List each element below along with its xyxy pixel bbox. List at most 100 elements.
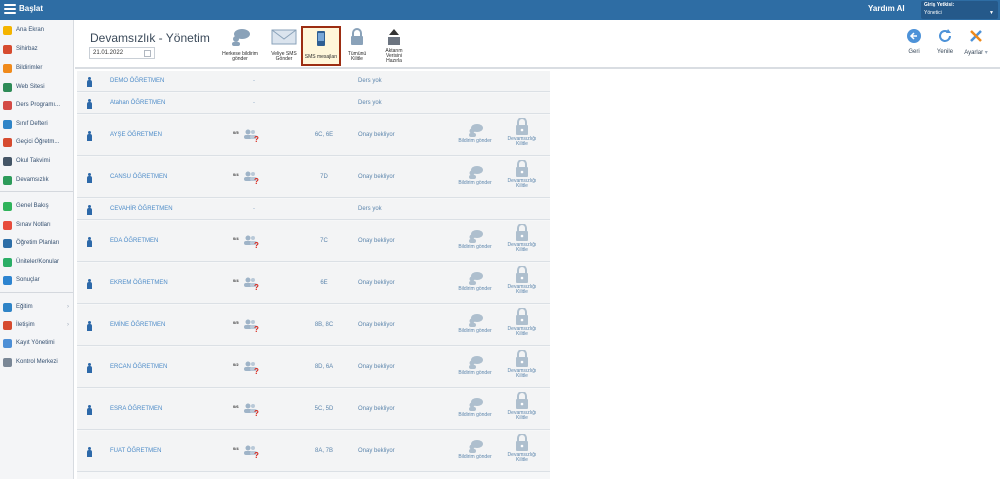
sidebar-item-9[interactable]: Devamsızlık <box>0 172 73 190</box>
sidebar-item-14[interactable]: Sonuçlar <box>0 272 73 290</box>
class-list: 6C, 6E <box>314 132 334 138</box>
send-notification-label: Bildirim gönder <box>458 412 492 418</box>
lock-attendance-button[interactable]: Devamsızlığı Kilitle <box>502 392 542 421</box>
settings-caret-icon: ▾ <box>984 50 988 56</box>
sidebar-item-17[interactable]: Kayıt Yönetimi <box>0 335 73 353</box>
export-icon <box>388 29 400 45</box>
arrow-left-icon <box>907 29 921 43</box>
teacher-row[interactable]: ESRA ÖĞRETMEN 0/6? 5C, 5D Onay bekliyor Bild… <box>77 389 550 430</box>
teacher-name[interactable]: DEMO ÖĞRETMEN <box>110 78 164 84</box>
send-notification-button[interactable]: Bildirim gönder <box>455 229 495 250</box>
lock-icon <box>516 350 528 367</box>
back-button[interactable]: Geri <box>899 28 929 55</box>
hamburger-menu-icon[interactable] <box>4 4 16 16</box>
send-sms-parent-button[interactable]: Veliye SMS Gönder <box>265 26 303 66</box>
sidebar-item-label: Sihirbaz <box>16 46 38 52</box>
lock-attendance-button[interactable]: Devamsızlığı Kilitle <box>502 160 542 189</box>
sidebar-item-label: Sınav Notları <box>16 222 51 228</box>
sidebar-item-1[interactable]: Ana Ekran <box>0 22 73 40</box>
sms-messages-label: SMS mesajları <box>304 54 338 60</box>
lock-attendance-button[interactable]: Devamsızlığı Kilitle <box>502 350 542 379</box>
teacher-name[interactable]: EMİNE ÖĞRETMEN <box>110 322 165 328</box>
sidebar-item-18[interactable]: Kontrol Merkezi <box>0 354 73 372</box>
teacher-row[interactable]: DEMO ÖĞRETMEN - Ders yok <box>77 71 550 92</box>
sidebar-item-6[interactable]: Sınıf Defteri <box>0 116 73 134</box>
teacher-name[interactable]: EDA ÖĞRETMEN <box>110 238 158 244</box>
lock-attendance-button[interactable]: Devamsızlığı Kilitle <box>502 308 542 337</box>
teacher-name[interactable]: AYŞE ÖĞRETMEN <box>110 132 162 138</box>
calendar-icon[interactable] <box>144 50 151 57</box>
prepare-transfer-button[interactable]: Aktarım Verisini Hazırla <box>379 26 409 66</box>
lock-attendance-label: Devamsızlığı Kilitle <box>507 242 537 253</box>
help-ai-button[interactable]: Yardım AI <box>868 4 905 13</box>
send-notification-button[interactable]: Bildirim gönder <box>455 165 495 186</box>
sidebar-item-4[interactable]: Web Sitesi <box>0 79 73 97</box>
lock-all-button[interactable]: Tümünü Kilitle <box>342 26 372 66</box>
role-selector[interactable]: Giriş Yetkisi: Yönetici ▼ <box>921 1 998 19</box>
teacher-row[interactable]: CANSU ÖĞRETMEN 0/4? 7D Onay bekliyor Bildiri… <box>77 157 550 198</box>
teacher-row[interactable]: Atahan ÖĞRETMEN - Ders yok <box>77 93 550 114</box>
refresh-button[interactable]: Yenile <box>930 28 960 55</box>
sidebar-item-8[interactable]: Okul Takvimi <box>0 153 73 171</box>
lock-attendance-button[interactable]: Devamsızlığı Kilitle <box>502 224 542 253</box>
book-icon <box>3 120 12 129</box>
question-mark-icon: ? <box>254 241 259 250</box>
chat-icon <box>232 29 250 46</box>
sidebar-item-2[interactable]: Sihirbaz <box>0 41 73 59</box>
teacher-name[interactable]: CANSU ÖĞRETMEN <box>110 174 167 180</box>
question-mark-icon: ? <box>254 367 259 376</box>
send-notification-button[interactable]: Bildirim gönder <box>455 313 495 334</box>
settings-button[interactable]: Ayarlar ▾ <box>961 28 991 56</box>
refresh-label: Yenile <box>936 49 954 55</box>
status-text: Ders yok <box>358 100 382 106</box>
send-notification-button[interactable]: Bildirim gönder <box>455 271 495 292</box>
sidebar-item-5[interactable]: Ders Programı... <box>0 97 73 115</box>
class-list: 5C, 5D <box>314 406 334 412</box>
send-notification-label: Bildirim gönder <box>458 370 492 376</box>
lock-icon <box>516 308 528 325</box>
sidebar-item-label: Ders Programı... <box>16 102 61 108</box>
teacher-row[interactable]: EKREM ÖĞRETMEN 0/4? 6E Onay bekliyor Bildiri… <box>77 263 550 304</box>
sidebar-item-15[interactable]: Eğitim › <box>0 299 73 317</box>
teacher-name[interactable]: Atahan ÖĞRETMEN <box>110 100 165 106</box>
teacher-name[interactable]: EKREM ÖĞRETMEN <box>110 280 168 286</box>
teacher-row[interactable]: EDA ÖĞRETMEN 0/4? 7C Onay bekliyor Bildirim … <box>77 221 550 262</box>
sidebar-item-13[interactable]: Üniteler/Konular <box>0 254 73 272</box>
teacher-name[interactable]: CEVAHİR ÖĞRETMEN <box>110 206 173 212</box>
sidebar-item-11[interactable]: Sınav Notları <box>0 217 73 235</box>
teacher-name[interactable]: ERCAN ÖĞRETMEN <box>110 364 167 370</box>
teacher-row[interactable]: CEVAHİR ÖĞRETMEN - Ders yok <box>77 199 550 220</box>
sidebar-item-3[interactable]: Bildirimler <box>0 60 73 78</box>
send-notification-button[interactable]: Bildirim gönder <box>455 439 495 460</box>
lock-icon <box>516 392 528 409</box>
lock-attendance-button[interactable]: Devamsızlığı Kilitle <box>502 434 542 463</box>
teacher-row[interactable]: FUAT ÖĞRETMEN 0/4? 8A, 7B Onay bekliyor Bild… <box>77 431 550 472</box>
settings-label: Ayarlar ▾ <box>961 49 991 56</box>
start-button[interactable]: Başlat <box>19 4 43 13</box>
teacher-name[interactable]: ESRA ÖĞRETMEN <box>110 406 162 412</box>
sms-messages-button[interactable]: SMS mesajları <box>301 26 341 66</box>
lock-attendance-button[interactable]: Devamsızlığı Kilitle <box>502 266 542 295</box>
sidebar-item-7[interactable]: Geçici Öğretm... <box>0 134 73 152</box>
teacher-row[interactable]: EMİNE ÖĞRETMEN 0/5? 8B, 8C Onay bekliyor Bil… <box>77 305 550 346</box>
star-icon <box>3 26 12 35</box>
date-picker[interactable]: 21.01.2022 <box>89 47 155 59</box>
settings-text: Ayarlar <box>964 50 984 56</box>
sidebar-item-16[interactable]: İletişim › <box>0 317 73 335</box>
sidebar-item-12[interactable]: Öğretim Planları <box>0 235 73 253</box>
lock-attendance-button[interactable]: Devamsızlığı Kilitle <box>502 118 542 147</box>
teacher-name[interactable]: FUAT ÖĞRETMEN <box>110 448 161 454</box>
class-list: 8A, 7B <box>314 448 333 454</box>
send-notification-button[interactable]: Bildirim gönder <box>455 355 495 376</box>
notify-all-button[interactable]: Herkese bildirim gönder <box>215 26 265 66</box>
user-circle-icon <box>3 138 12 147</box>
person-icon <box>87 205 92 215</box>
lock-attendance-label: Devamsızlığı Kilitle <box>507 410 537 421</box>
send-notification-button[interactable]: Bildirim gönder <box>455 123 495 144</box>
teacher-row[interactable]: ERCAN ÖĞRETMEN 0/2? 8D, 6A Onay bekliyor Bil… <box>77 347 550 388</box>
lesson-count: 0/6 <box>233 404 239 409</box>
status-text: Onay bekliyor <box>358 322 395 328</box>
sidebar-item-10[interactable]: Genel Bakış <box>0 198 73 216</box>
send-notification-button[interactable]: Bildirim gönder <box>455 397 495 418</box>
teacher-row[interactable]: AYŞE ÖĞRETMEN 0/5? 6C, 6E Onay bekliyor Bild… <box>77 115 550 156</box>
